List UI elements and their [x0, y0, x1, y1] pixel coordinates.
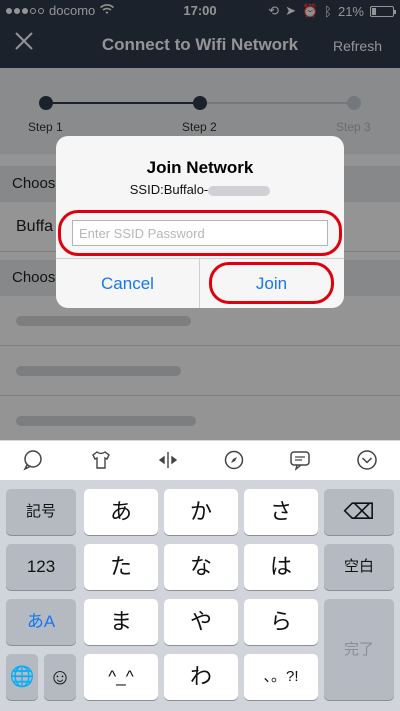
key-a[interactable]: あ: [84, 489, 158, 535]
keyboard: 記号 123 あA 🌐 ☺ あ か さ た な は ま や ら ^_^ わ 、。…: [0, 480, 400, 711]
done-key[interactable]: 完了: [324, 599, 394, 700]
key-ma[interactable]: ま: [84, 599, 158, 645]
key-ya[interactable]: や: [164, 599, 238, 645]
numbers-key[interactable]: 123: [6, 544, 76, 590]
key-sa[interactable]: さ: [244, 489, 318, 535]
chevron-down-icon[interactable]: [354, 449, 380, 473]
ssid-label: SSID:Buffalo-: [56, 182, 344, 197]
globe-icon[interactable]: 🌐: [6, 654, 38, 700]
speech-bubble-icon[interactable]: [20, 449, 46, 473]
symbols-key[interactable]: 記号: [6, 489, 76, 535]
key-emoticon[interactable]: ^_^: [84, 654, 158, 700]
key-ka[interactable]: か: [164, 489, 238, 535]
key-wa[interactable]: わ: [164, 654, 238, 700]
space-key[interactable]: 空白: [324, 544, 394, 590]
emoji-icon[interactable]: ☺: [44, 654, 76, 700]
join-highlight: [209, 262, 334, 304]
key-punctuation[interactable]: 、。?!: [244, 654, 318, 700]
ssid-redacted: [208, 185, 271, 196]
keyboard-toolbar: [0, 440, 400, 480]
key-ha[interactable]: は: [244, 544, 318, 590]
cancel-button[interactable]: Cancel: [56, 259, 199, 308]
ssid-prefix: SSID:Buffalo-: [129, 182, 209, 197]
backspace-icon[interactable]: ⌫: [324, 489, 394, 535]
cursor-move-icon[interactable]: [155, 449, 181, 473]
key-na[interactable]: な: [164, 544, 238, 590]
compass-icon[interactable]: [221, 449, 247, 473]
dialog-title: Join Network: [146, 158, 254, 177]
password-highlight: [58, 210, 342, 256]
tshirt-icon[interactable]: [88, 449, 114, 473]
key-ta[interactable]: た: [84, 544, 158, 590]
chat-icon[interactable]: [287, 449, 313, 473]
key-ra[interactable]: ら: [244, 599, 318, 645]
kana-alpha-key[interactable]: あA: [6, 599, 76, 645]
